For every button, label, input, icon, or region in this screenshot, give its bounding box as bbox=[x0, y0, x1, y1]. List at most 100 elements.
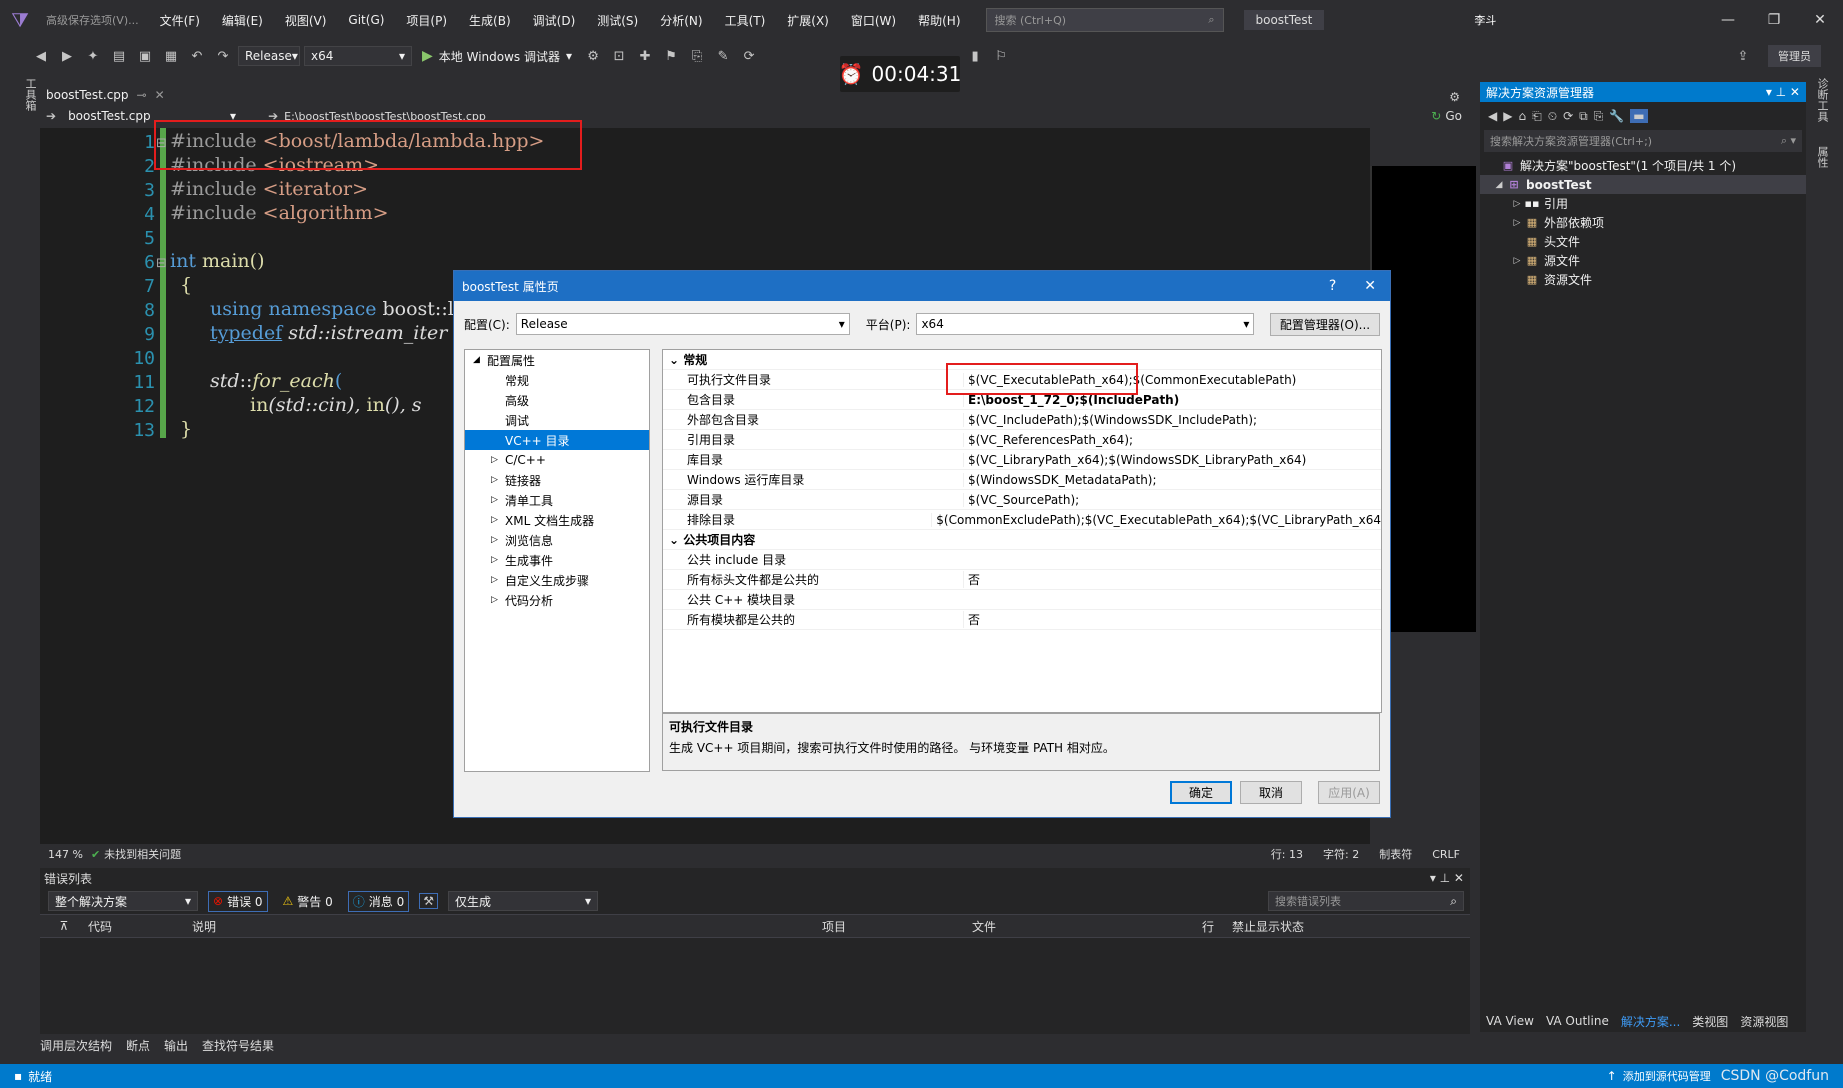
tree-item-project[interactable]: ◢ ⊞ boostTest bbox=[1480, 175, 1806, 194]
tree-item-references[interactable]: ▷ ▪▪ 引用 bbox=[1480, 194, 1806, 213]
tree-item-solution[interactable]: ▣ 解决方案"boostTest"(1 个项目/共 1 个) bbox=[1480, 156, 1806, 175]
menu-analyze[interactable]: 分析(N) bbox=[649, 12, 713, 29]
menu-project[interactable]: 项目(P) bbox=[395, 12, 458, 29]
menu-extensions[interactable]: 扩展(X) bbox=[776, 12, 840, 29]
help-button[interactable]: ? bbox=[1329, 278, 1336, 294]
user-badge[interactable]: 李斗 bbox=[1474, 12, 1496, 28]
undo-icon[interactable]: ↶ bbox=[186, 45, 208, 67]
pending-changes-icon[interactable]: ⏲ bbox=[1548, 109, 1557, 124]
tab-boosttest-cpp[interactable]: boostTest.cpp ⊸ ✕ bbox=[40, 86, 171, 104]
menu-debug[interactable]: 调试(D) bbox=[522, 12, 587, 29]
build-filter-combo[interactable]: 仅生成 ▾ bbox=[447, 891, 598, 911]
go-button[interactable]: ↻ Go bbox=[1431, 109, 1462, 123]
settings-gear-icon[interactable]: ⚙ bbox=[1449, 90, 1460, 104]
tree-node-linker[interactable]: ▷ 链接器 bbox=[465, 470, 649, 490]
tree-node-custom-build[interactable]: ▷ 自定义生成步骤 bbox=[465, 570, 649, 590]
grid-row-public-include[interactable]: 公共 include 目录 bbox=[663, 550, 1381, 570]
grid-row-external-include[interactable]: 外部包含目录 $(VC_IncludePath);$(WindowsSDK_Inc… bbox=[663, 410, 1381, 430]
menu-git[interactable]: Git(G) bbox=[337, 13, 395, 27]
panel-controls[interactable]: ▾ ⊥ ✕ bbox=[1766, 85, 1800, 99]
line-ending[interactable]: CRLF bbox=[1422, 848, 1470, 861]
config-manager-button[interactable]: 配置管理器(O)... bbox=[1270, 313, 1380, 336]
tree-item-header-files[interactable]: ▦ 头文件 bbox=[1480, 232, 1806, 251]
tab-properties[interactable]: 属性 bbox=[1816, 146, 1829, 168]
col-file[interactable]: 文件 bbox=[972, 918, 1202, 935]
toolbar-tool-icon[interactable]: ⚐ bbox=[990, 45, 1012, 67]
grid-row-library-dirs[interactable]: 库目录 $(VC_LibraryPath_x64);$(WindowsSDK_Li… bbox=[663, 450, 1381, 470]
redo-icon[interactable]: ↷ bbox=[212, 45, 234, 67]
close-icon[interactable]: ✕ bbox=[155, 88, 165, 102]
tree-node-advanced[interactable]: 高级 bbox=[465, 390, 649, 410]
cancel-button[interactable]: 取消 bbox=[1240, 781, 1302, 804]
sync-icon[interactable]: ⟳ bbox=[1563, 109, 1573, 123]
toolbar-tool-icon[interactable]: ⚑ bbox=[660, 45, 682, 67]
source-control-button[interactable]: 添加到源代码管理 bbox=[1623, 1068, 1721, 1084]
menu-tools[interactable]: 工具(T) bbox=[714, 12, 777, 29]
tab-output[interactable]: 输出 bbox=[164, 1037, 188, 1054]
grid-row-public-cpp-modules[interactable]: 公共 C++ 模块目录 bbox=[663, 590, 1381, 610]
start-debug-button[interactable]: ▶ 本地 Windows 调试器 ▾ bbox=[416, 48, 578, 65]
toolbar-tool-icon[interactable]: ⟳ bbox=[738, 45, 760, 67]
issues-status[interactable]: 未找到相关问题 bbox=[104, 846, 181, 862]
panel-controls[interactable]: ▾ ⊥ ✕ bbox=[1430, 871, 1470, 885]
open-file-icon[interactable]: ▤ bbox=[108, 45, 130, 67]
tree-node-general[interactable]: 常规 bbox=[465, 370, 649, 390]
menu-view[interactable]: 视图(V) bbox=[274, 12, 338, 29]
tree-node-debugging[interactable]: 调试 bbox=[465, 410, 649, 430]
back-icon[interactable]: ◀ bbox=[1488, 109, 1497, 123]
preview-icon[interactable]: ▬ bbox=[1630, 109, 1648, 123]
errors-filter-button[interactable]: ⊗ 错误 0 bbox=[208, 890, 268, 912]
sort-icon[interactable]: ⊼ bbox=[40, 919, 88, 933]
tree-node-xml-doc[interactable]: ▷ XML 文档生成器 bbox=[465, 510, 649, 530]
close-icon[interactable]: ✕ bbox=[1797, 12, 1843, 28]
tree-node-browse-info[interactable]: ▷ 浏览信息 bbox=[465, 530, 649, 550]
save-all-icon[interactable]: ▦ bbox=[160, 45, 182, 67]
toolbar-tool-icon[interactable]: ✎ bbox=[712, 45, 734, 67]
grid-section-public[interactable]: ⌄ 公共项目内容 bbox=[663, 530, 1381, 550]
save-options-hint[interactable]: 高级保存选项(V)... bbox=[46, 12, 139, 28]
tab-call-hierarchy[interactable]: 调用层次结构 bbox=[40, 1037, 112, 1054]
config-combo[interactable]: Release ▾ bbox=[238, 46, 300, 66]
menu-help[interactable]: 帮助(H) bbox=[907, 12, 971, 29]
col-code[interactable]: 代码 bbox=[88, 918, 192, 935]
toolbar-tool-icon[interactable]: ✚ bbox=[634, 45, 656, 67]
tab-class-view[interactable]: 类视图 bbox=[1692, 1013, 1728, 1030]
col-project[interactable]: 项目 bbox=[822, 918, 972, 935]
platform-combo[interactable]: x64 ▾ bbox=[304, 46, 412, 66]
col-description[interactable]: 说明 bbox=[192, 918, 822, 935]
restore-icon[interactable]: ❐ bbox=[1751, 12, 1797, 28]
tree-node-cpp[interactable]: ▷ C/C++ bbox=[465, 450, 649, 470]
home-icon[interactable]: ⌂ bbox=[1518, 109, 1526, 123]
tab-mode[interactable]: 制表符 bbox=[1369, 846, 1422, 862]
toolbox-side-tab[interactable]: 工具箱 bbox=[16, 78, 38, 128]
toolbar-tool-icon[interactable]: ⎘ bbox=[686, 45, 708, 67]
solution-search-input[interactable]: 搜索解决方案资源管理器(Ctrl+;) ⌕ ▾ bbox=[1484, 130, 1802, 152]
apply-button[interactable]: 应用(A) bbox=[1318, 781, 1380, 804]
grid-row-reference-dirs[interactable]: 引用目录 $(VC_ReferencesPath_x64); bbox=[663, 430, 1381, 450]
tree-node-code-analysis[interactable]: ▷ 代码分析 bbox=[465, 590, 649, 610]
grid-row-all-modules-public[interactable]: 所有模块都是公共的否 bbox=[663, 610, 1381, 630]
grid-row-all-headers-public[interactable]: 所有标头文件都是公共的否 bbox=[663, 570, 1381, 590]
bookmark-icon[interactable]: ▮ bbox=[964, 45, 986, 67]
menu-file[interactable]: 文件(F) bbox=[149, 12, 211, 29]
warnings-filter-button[interactable]: ⚠ 警告 0 bbox=[278, 891, 338, 912]
close-icon[interactable]: ✕ bbox=[1364, 278, 1376, 294]
tab-solution-explorer[interactable]: 解决方案... bbox=[1621, 1013, 1680, 1030]
filter-icon[interactable]: ⚒ bbox=[419, 893, 438, 909]
menu-build[interactable]: 生成(B) bbox=[458, 12, 522, 29]
global-search-input[interactable]: 搜索 (Ctrl+Q) ⌕ bbox=[985, 8, 1224, 32]
properties-wrench-icon[interactable]: 🔧 bbox=[1609, 109, 1624, 123]
tree-node-manifest[interactable]: ▷ 清单工具 bbox=[465, 490, 649, 510]
pin-icon[interactable]: ⊸ bbox=[137, 88, 147, 102]
live-share-icon[interactable]: ⇪ bbox=[1732, 45, 1754, 67]
col-line[interactable]: 行 bbox=[1202, 918, 1232, 935]
zoom-level[interactable]: 147 % bbox=[40, 848, 91, 861]
error-search-input[interactable]: 搜索错误列表 ⌕ bbox=[1268, 891, 1464, 911]
grid-row-exclude-dirs[interactable]: 排除目录 $(CommonExcludePath);$(VC_Executable… bbox=[663, 510, 1381, 530]
tree-node-config-props[interactable]: ◢ 配置属性 bbox=[465, 350, 649, 370]
tree-node-build-events[interactable]: ▷ 生成事件 bbox=[465, 550, 649, 570]
dialog-platform-combo[interactable]: x64 ▾ bbox=[916, 313, 1255, 335]
tree-item-resource-files[interactable]: ▦ 资源文件 bbox=[1480, 270, 1806, 289]
forward-icon[interactable]: ▶ bbox=[56, 45, 78, 67]
col-suppression[interactable]: 禁止显示状态 bbox=[1232, 918, 1352, 935]
